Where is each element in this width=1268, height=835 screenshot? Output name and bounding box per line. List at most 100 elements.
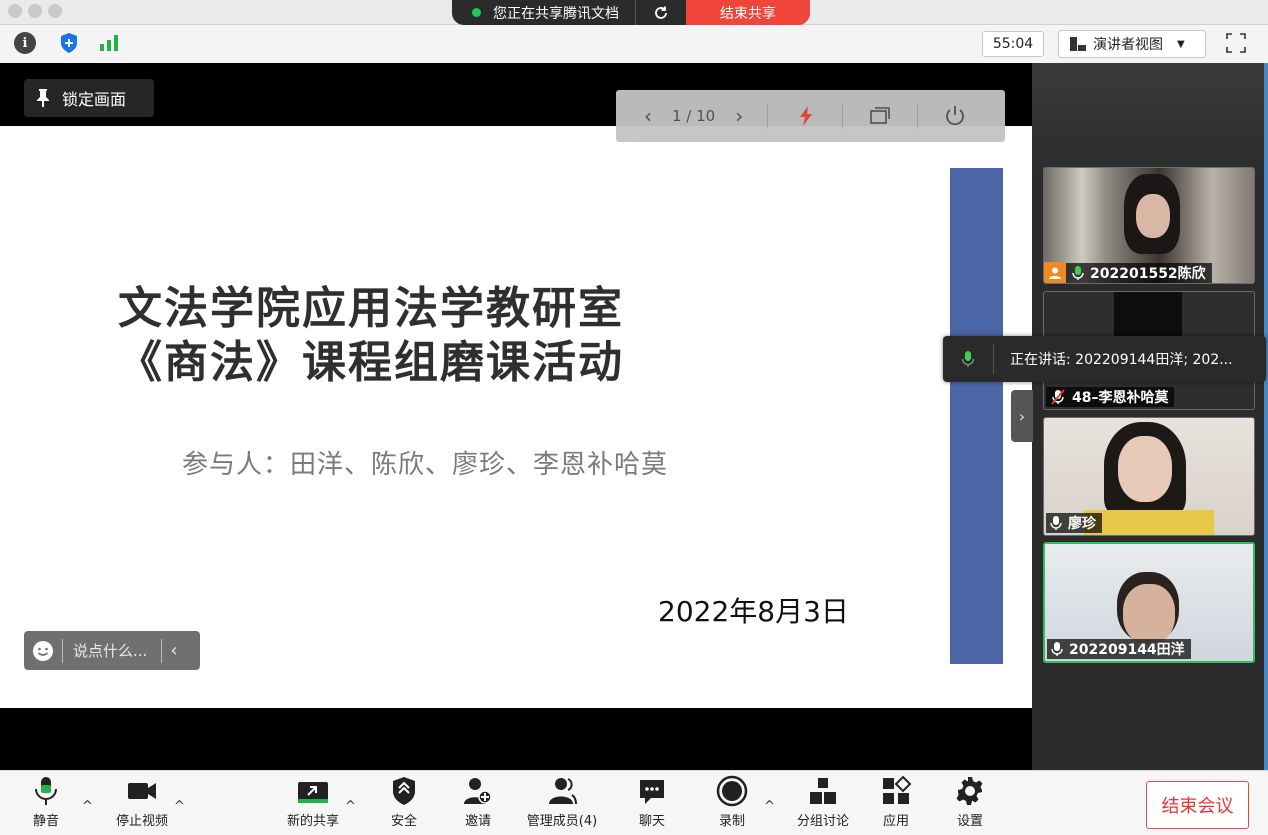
next-page-icon[interactable]: › (735, 104, 743, 128)
end-meeting-label: 结束会议 (1161, 796, 1234, 817)
video-camera-icon (128, 783, 156, 799)
mute-button[interactable]: 静音 (26, 775, 66, 829)
participant-video-face (1118, 436, 1172, 502)
video-options-caret-icon[interactable]: ^ (174, 799, 185, 814)
chat-bubble-icon (640, 780, 664, 804)
meeting-control-bar: 静音 ^ 停止视频 ^ 新的共享 ^ 安全 邀请 管理成员(4) 聊天 录制 ^… (0, 770, 1268, 835)
invite-button[interactable]: 邀请 (460, 775, 496, 829)
window-edge (1264, 63, 1268, 770)
participant-video-shirt (1084, 510, 1214, 535)
view-mode-dropdown[interactable]: 演讲者视图 ▼ (1058, 30, 1206, 58)
prev-page-icon[interactable]: ‹ (644, 104, 652, 128)
divider (62, 638, 63, 663)
panel-header-shade (1032, 63, 1264, 183)
collapse-chat-icon[interactable]: ‹ (170, 640, 177, 661)
security-label: 安全 (390, 814, 417, 829)
slide-decorative-bar (950, 168, 1003, 664)
divider (917, 103, 919, 129)
participant-name: 48–李恩补哈莫 (1072, 390, 1169, 406)
power-icon[interactable] (944, 105, 966, 127)
mute-label: 静音 (32, 814, 59, 829)
laser-pointer-icon[interactable] (796, 105, 816, 127)
slide-title-line2: 《商法》课程组磨课活动 (118, 337, 624, 388)
document-control-bar: ‹ 1 / 10 › (616, 90, 1005, 142)
window-minimize-button[interactable] (28, 4, 42, 18)
chat-button[interactable]: 聊天 (634, 775, 670, 829)
record-options-caret-icon[interactable]: ^ (764, 799, 775, 814)
participant-video-face (1123, 584, 1175, 644)
share-status-bar: 您正在共享腾讯文档 结束共享 (452, 0, 810, 25)
audio-options-caret-icon[interactable]: ^ (82, 799, 93, 814)
meeting-info-toolbar: i 55:04 演讲者视图 ▼ (0, 25, 1268, 64)
quick-chat-bar[interactable]: 说点什么... ‹ (24, 631, 200, 670)
video-tile-participant-3[interactable]: 廖珍 (1043, 417, 1255, 536)
security-shield-icon[interactable] (58, 32, 80, 54)
dropdown-caret-icon: ▼ (1177, 38, 1185, 50)
divider (767, 103, 769, 129)
end-share-button[interactable]: 结束共享 (686, 0, 810, 25)
slide-title-line1: 文法学院应用法学教研室 (118, 283, 624, 334)
collapse-panel-button[interactable]: › (1011, 390, 1033, 442)
window-close-button[interactable] (8, 4, 22, 18)
settings-label: 设置 (956, 814, 983, 829)
window-zoom-button[interactable] (48, 4, 62, 18)
active-speaker-banner: 正在讲话: 202209144田洋; 202... (943, 336, 1266, 382)
speaking-mic-icon (961, 351, 975, 367)
share-status-text: 您正在共享腾讯文档 (493, 5, 619, 22)
emoji-icon[interactable] (32, 640, 54, 662)
apps-grid-icon (883, 775, 912, 804)
speaker-view-icon (1070, 37, 1086, 51)
stop-video-button[interactable]: 停止视频 (112, 775, 172, 829)
record-button[interactable]: 录制 (714, 775, 750, 829)
participant-video-face (1136, 194, 1170, 238)
network-signal-icon[interactable] (98, 32, 120, 54)
chat-input-placeholder[interactable]: 说点什么... (73, 640, 147, 661)
meeting-timer: 55:04 (982, 31, 1044, 57)
participant-name-tag: 48–李恩补哈莫 (1046, 387, 1175, 407)
invite-label: 邀请 (464, 814, 491, 829)
chevron-right-icon: › (1018, 406, 1026, 426)
slide-date: 2022年8月3日 (658, 595, 849, 628)
end-share-label: 结束共享 (720, 5, 776, 22)
mic-on-icon (1050, 516, 1062, 530)
apps-button[interactable]: 应用 (878, 775, 914, 829)
video-tile-participant-1[interactable]: 202201552陈欣 (1043, 167, 1255, 284)
window-switch-icon[interactable] (869, 106, 891, 126)
sharing-indicator-dot (472, 8, 481, 17)
participant-name: 202201552陈欣 (1090, 266, 1206, 282)
divider (161, 638, 163, 663)
share-options-caret-icon[interactable]: ^ (345, 799, 356, 814)
lock-screen-button[interactable]: 锁定画面 (24, 79, 154, 117)
refresh-icon (655, 6, 667, 19)
record-icon (716, 775, 748, 807)
share-screen-icon (298, 782, 328, 803)
mic-muted-icon (1051, 389, 1065, 405)
pin-icon (37, 89, 49, 107)
divider (993, 344, 994, 374)
gear-icon (956, 777, 983, 805)
security-button[interactable]: 安全 (386, 775, 422, 829)
meeting-info-icon[interactable]: i (14, 32, 36, 54)
fullscreen-icon[interactable] (1225, 32, 1247, 54)
microphone-icon (35, 777, 57, 805)
shield-icon (393, 777, 415, 805)
video-tile-participant-4-active[interactable]: 202209144田洋 (1043, 542, 1255, 663)
breakout-rooms-button[interactable]: 分组讨论 (794, 775, 852, 829)
new-share-button[interactable]: 新的共享 (284, 775, 342, 829)
record-label: 录制 (718, 814, 745, 829)
mic-on-icon (1051, 642, 1063, 656)
stop-video-label: 停止视频 (115, 814, 168, 829)
active-speaker-text: 正在讲话: 202209144田洋; 202... (1010, 352, 1233, 368)
lock-screen-label: 锁定画面 (62, 90, 127, 109)
settings-button[interactable]: 设置 (952, 775, 988, 829)
switch-share-button[interactable] (635, 0, 686, 25)
mic-on-icon (1072, 266, 1084, 280)
participant-name-tag: 廖珍 (1046, 513, 1102, 533)
end-meeting-button[interactable]: 结束会议 (1146, 781, 1249, 829)
host-icon (1044, 262, 1066, 283)
breakout-rooms-label: 分组讨论 (796, 814, 849, 829)
participant-name: 202209144田洋 (1069, 642, 1185, 658)
manage-members-button[interactable]: 管理成员(4) (524, 775, 600, 829)
new-share-label: 新的共享 (286, 814, 339, 829)
breakout-rooms-icon (810, 778, 836, 804)
